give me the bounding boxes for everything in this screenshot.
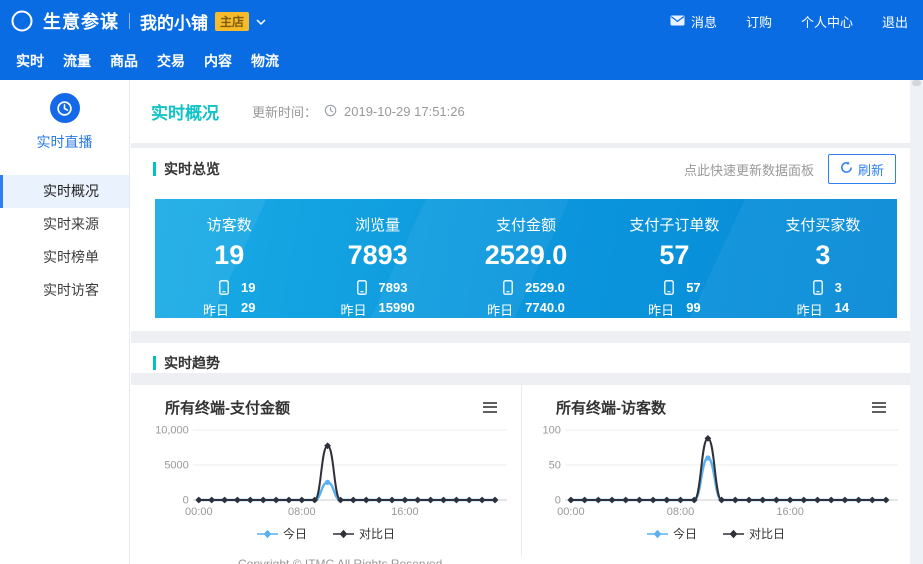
- section-accent-bar: [153, 162, 156, 176]
- chart-panel-payment: 所有终端-支付金额 0 5000 10,000 00:00 08:00 16:00 今日 对…: [131, 385, 521, 556]
- brand-logo-icon: [10, 9, 34, 33]
- chart-title: 所有终端-支付金额: [165, 397, 290, 418]
- svg-text:16:00: 16:00: [391, 506, 419, 518]
- stat-pageviews: 浏览量 7893 7893 昨日 15990: [303, 199, 451, 318]
- svg-text:08:00: 08:00: [667, 506, 695, 518]
- mobile-icon: [219, 280, 229, 295]
- divider: [129, 13, 130, 29]
- legend-item[interactable]: 对比日: [723, 525, 785, 542]
- sidebar-group-realtime-live[interactable]: 实时直播: [0, 80, 129, 152]
- page-title-bar: 实时概况 更新时间： 2019-10-29 17:51:26: [131, 80, 910, 143]
- sidebar-item-realtime-sources[interactable]: 实时来源: [0, 208, 129, 241]
- chart-title: 所有终端-访客数: [556, 397, 666, 418]
- svg-text:5000: 5000: [164, 460, 188, 472]
- divider: [131, 373, 910, 385]
- stat-payment-amount: 支付金额 2529.0 2529.0 昨日 7740.0: [452, 199, 600, 318]
- svg-text:0: 0: [555, 495, 561, 507]
- chart-panel-visitors: 所有终端-访客数 0 50 100 00:00 08:00 16:00 今日 对比日: [521, 385, 910, 556]
- logout-link[interactable]: 退出: [882, 12, 908, 31]
- svg-text:00:00: 00:00: [185, 506, 213, 518]
- nav-item-products[interactable]: 商品: [110, 51, 138, 71]
- page-title: 实时概况: [151, 99, 219, 124]
- visitors-line-chart: 0 50 100 00:00 08:00 16:00: [522, 417, 910, 519]
- main-content: 实时概况 更新时间： 2019-10-29 17:51:26 实时总览 点此快速…: [131, 80, 910, 564]
- scrollbar-thumb[interactable]: [912, 80, 921, 86]
- sidebar-item-realtime-overview[interactable]: 实时概况: [0, 175, 129, 208]
- svg-text:08:00: 08:00: [288, 506, 316, 518]
- small-clock-icon: [324, 104, 337, 120]
- shop-badge: 主店: [215, 12, 249, 31]
- charts-card: 所有终端-支付金额 0 5000 10,000 00:00 08:00 16:00 今日 对…: [131, 385, 910, 556]
- shop-name: 我的小铺: [140, 9, 208, 34]
- chart-menu-icon[interactable]: [872, 402, 886, 413]
- sidebar-item-realtime-visitors[interactable]: 实时访客: [0, 274, 129, 307]
- update-time: 更新时间： 2019-10-29 17:51:26: [252, 102, 465, 121]
- stat-paid-suborders: 支付子订单数 57 57 昨日 99: [600, 199, 748, 318]
- personal-center-link[interactable]: 个人中心: [801, 12, 853, 31]
- payment-line-chart: 0 5000 10,000 00:00 08:00 16:00: [131, 417, 519, 519]
- section-title: 实时趋势: [164, 353, 220, 373]
- legend-item[interactable]: 今日: [647, 525, 697, 542]
- sidebar-item-realtime-ranking[interactable]: 实时榜单: [0, 241, 129, 274]
- mobile-icon: [813, 280, 823, 295]
- mobile-icon: [357, 280, 367, 295]
- svg-text:00:00: 00:00: [557, 506, 585, 518]
- chevron-down-icon: [256, 12, 266, 30]
- brand-title: 生意参谋: [43, 8, 119, 34]
- realtime-trend-section: 实时趋势: [131, 343, 910, 373]
- mobile-icon: [503, 280, 513, 295]
- refresh-icon: [840, 161, 853, 177]
- chart-menu-icon[interactable]: [483, 402, 497, 413]
- primary-nav: 实时 流量 商品 交易 内容 物流: [0, 42, 923, 80]
- copyright-text: Copyright © ITMC All Rights Reserved: [238, 557, 442, 564]
- stat-paying-buyers: 支付买家数 3 3 昨日 14: [749, 199, 897, 318]
- app-header: 生意参谋 我的小铺 主店 消息 订购 个人中心 退出 实时 流量 商品 交易 内: [0, 0, 923, 80]
- legend-item[interactable]: 对比日: [333, 525, 395, 542]
- scrollbar-track[interactable]: [910, 80, 923, 564]
- realtime-overview-section: 实时总览 点此快速更新数据面板 刷新 访客数 19 19 昨日 29: [131, 148, 910, 331]
- section-accent-bar: [153, 356, 156, 370]
- shop-selector[interactable]: 我的小铺 主店: [140, 9, 266, 34]
- nav-item-trade[interactable]: 交易: [157, 51, 185, 71]
- update-time-label: 更新时间：: [252, 102, 317, 121]
- refresh-button[interactable]: 刷新: [828, 154, 896, 184]
- sidebar-group-label: 实时直播: [0, 132, 129, 152]
- svg-text:10,000: 10,000: [155, 425, 189, 437]
- envelope-icon: [670, 14, 685, 29]
- chart-legend: 今日 对比日: [131, 525, 521, 542]
- clock-icon: [50, 93, 80, 123]
- update-time-value: 2019-10-29 17:51:26: [344, 104, 465, 119]
- svg-text:100: 100: [543, 425, 561, 437]
- svg-text:50: 50: [549, 460, 561, 472]
- nav-item-traffic[interactable]: 流量: [63, 51, 91, 71]
- stat-visitors: 访客数 19 19 昨日 29: [155, 199, 303, 318]
- sidebar: 实时直播 实时概况 实时来源 实时榜单 实时访客: [0, 80, 130, 564]
- nav-item-logistics[interactable]: 物流: [251, 51, 279, 71]
- divider: [131, 331, 910, 343]
- chart-legend: 今日 对比日: [522, 525, 910, 542]
- section-title: 实时总览: [164, 159, 220, 179]
- refresh-hint-text: 点此快速更新数据面板: [684, 160, 814, 179]
- messages-link[interactable]: 消息: [670, 12, 717, 31]
- stats-banner: 访客数 19 19 昨日 29 浏览量 7893 7893 昨日 15990: [155, 199, 897, 318]
- legend-item[interactable]: 今日: [257, 525, 307, 542]
- mobile-icon: [664, 280, 674, 295]
- svg-text:16:00: 16:00: [776, 506, 804, 518]
- nav-item-content[interactable]: 内容: [204, 51, 232, 71]
- subscribe-link[interactable]: 订购: [746, 12, 772, 31]
- svg-text:0: 0: [183, 495, 189, 507]
- nav-item-realtime[interactable]: 实时: [16, 51, 44, 71]
